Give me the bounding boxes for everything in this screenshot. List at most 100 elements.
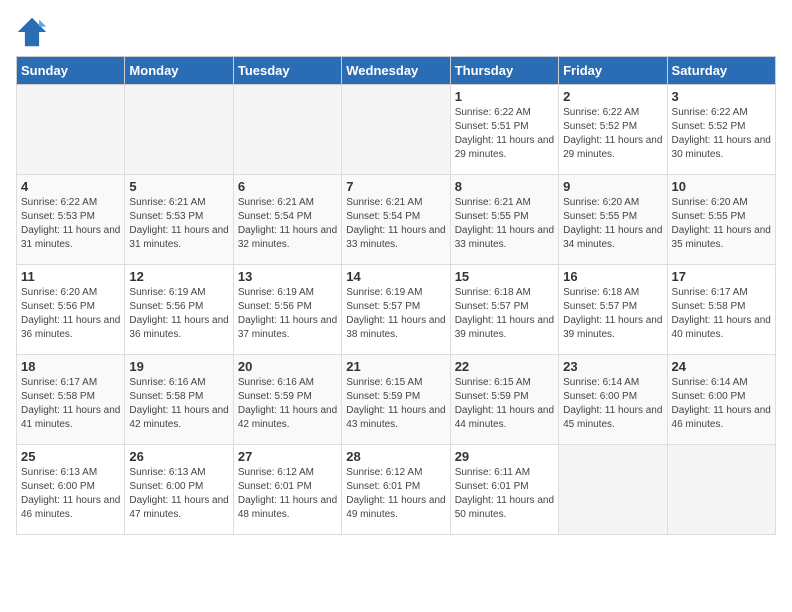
day-info: Sunrise: 6:19 AM Sunset: 5:56 PM Dayligh… (129, 286, 228, 342)
day-number: 29 (455, 449, 554, 464)
day-number: 24 (672, 359, 771, 374)
day-info: Sunrise: 6:22 AM Sunset: 5:52 PM Dayligh… (563, 106, 662, 162)
calendar-cell (342, 85, 450, 175)
calendar-cell: 23 Sunrise: 6:14 AM Sunset: 6:00 PM Dayli… (559, 355, 667, 445)
day-info: Sunrise: 6:17 AM Sunset: 5:58 PM Dayligh… (672, 286, 771, 342)
day-number: 25 (21, 449, 120, 464)
day-info: Sunrise: 6:20 AM Sunset: 5:56 PM Dayligh… (21, 286, 120, 342)
calendar-cell: 26 Sunrise: 6:13 AM Sunset: 6:00 PM Dayli… (125, 445, 233, 535)
day-info: Sunrise: 6:14 AM Sunset: 6:00 PM Dayligh… (563, 376, 662, 432)
day-number: 6 (238, 179, 337, 194)
calendar-cell: 13 Sunrise: 6:19 AM Sunset: 5:56 PM Dayli… (233, 265, 341, 355)
day-number: 3 (672, 89, 771, 104)
day-info: Sunrise: 6:22 AM Sunset: 5:51 PM Dayligh… (455, 106, 554, 162)
day-info: Sunrise: 6:19 AM Sunset: 5:57 PM Dayligh… (346, 286, 445, 342)
calendar-cell: 10 Sunrise: 6:20 AM Sunset: 5:55 PM Dayli… (667, 175, 775, 265)
day-info: Sunrise: 6:22 AM Sunset: 5:53 PM Dayligh… (21, 196, 120, 252)
day-info: Sunrise: 6:12 AM Sunset: 6:01 PM Dayligh… (238, 466, 337, 522)
day-info: Sunrise: 6:16 AM Sunset: 5:58 PM Dayligh… (129, 376, 228, 432)
day-number: 27 (238, 449, 337, 464)
day-number: 19 (129, 359, 228, 374)
day-info: Sunrise: 6:21 AM Sunset: 5:54 PM Dayligh… (238, 196, 337, 252)
day-info: Sunrise: 6:18 AM Sunset: 5:57 PM Dayligh… (563, 286, 662, 342)
day-number: 20 (238, 359, 337, 374)
day-number: 10 (672, 179, 771, 194)
day-info: Sunrise: 6:13 AM Sunset: 6:00 PM Dayligh… (129, 466, 228, 522)
calendar-cell: 16 Sunrise: 6:18 AM Sunset: 5:57 PM Dayli… (559, 265, 667, 355)
day-info: Sunrise: 6:21 AM Sunset: 5:54 PM Dayligh… (346, 196, 445, 252)
week-row-3: 11 Sunrise: 6:20 AM Sunset: 5:56 PM Dayli… (17, 265, 776, 355)
calendar-cell: 27 Sunrise: 6:12 AM Sunset: 6:01 PM Dayli… (233, 445, 341, 535)
calendar-cell: 19 Sunrise: 6:16 AM Sunset: 5:58 PM Dayli… (125, 355, 233, 445)
day-info: Sunrise: 6:14 AM Sunset: 6:00 PM Dayligh… (672, 376, 771, 432)
day-number: 13 (238, 269, 337, 284)
calendar-cell (233, 85, 341, 175)
header-tuesday: Tuesday (233, 57, 341, 85)
logo-icon (16, 16, 48, 48)
calendar-cell: 29 Sunrise: 6:11 AM Sunset: 6:01 PM Dayli… (450, 445, 558, 535)
header-thursday: Thursday (450, 57, 558, 85)
calendar-cell: 5 Sunrise: 6:21 AM Sunset: 5:53 PM Daylig… (125, 175, 233, 265)
day-number: 16 (563, 269, 662, 284)
calendar-cell: 18Sunrise: 6:17 AM Sunset: 5:58 PM Dayli… (17, 355, 125, 445)
day-number: 23 (563, 359, 662, 374)
day-number: 12 (129, 269, 228, 284)
calendar-cell: 11 Sunrise: 6:20 AM Sunset: 5:56 PM Dayli… (17, 265, 125, 355)
calendar-cell (559, 445, 667, 535)
day-info: Sunrise: 6:13 AM Sunset: 6:00 PM Dayligh… (21, 466, 120, 522)
calendar-cell: 14Sunrise: 6:19 AM Sunset: 5:57 PM Dayli… (342, 265, 450, 355)
calendar-cell: 24 Sunrise: 6:14 AM Sunset: 6:00 PM Dayli… (667, 355, 775, 445)
calendar-cell (125, 85, 233, 175)
header-friday: Friday (559, 57, 667, 85)
calendar-cell: 1 Sunrise: 6:22 AM Sunset: 5:51 PM Daylig… (450, 85, 558, 175)
calendar-cell: 25 Sunrise: 6:13 AM Sunset: 6:00 PM Dayli… (17, 445, 125, 535)
calendar-cell: 15 Sunrise: 6:18 AM Sunset: 5:57 PM Dayli… (450, 265, 558, 355)
day-number: 5 (129, 179, 228, 194)
day-number: 15 (455, 269, 554, 284)
day-number: 1 (455, 89, 554, 104)
calendar-cell: 9Sunrise: 6:20 AM Sunset: 5:55 PM Daylig… (559, 175, 667, 265)
header-monday: Monday (125, 57, 233, 85)
day-number: 4 (21, 179, 120, 194)
header-saturday: Saturday (667, 57, 775, 85)
day-info: Sunrise: 6:17 AM Sunset: 5:58 PM Dayligh… (21, 376, 120, 432)
calendar-cell: 7 Sunrise: 6:21 AM Sunset: 5:54 PM Daylig… (342, 175, 450, 265)
day-number: 2 (563, 89, 662, 104)
day-number: 8 (455, 179, 554, 194)
page-header (16, 16, 776, 48)
calendar-cell (17, 85, 125, 175)
day-info: Sunrise: 6:12 AM Sunset: 6:01 PM Dayligh… (346, 466, 445, 522)
day-info: Sunrise: 6:21 AM Sunset: 5:53 PM Dayligh… (129, 196, 228, 252)
calendar-cell: 17 Sunrise: 6:17 AM Sunset: 5:58 PM Dayli… (667, 265, 775, 355)
day-info: Sunrise: 6:18 AM Sunset: 5:57 PM Dayligh… (455, 286, 554, 342)
header-row: SundayMondayTuesdayWednesdayThursdayFrid… (17, 57, 776, 85)
day-info: Sunrise: 6:19 AM Sunset: 5:56 PM Dayligh… (238, 286, 337, 342)
day-number: 7 (346, 179, 445, 194)
day-info: Sunrise: 6:22 AM Sunset: 5:52 PM Dayligh… (672, 106, 771, 162)
day-info: Sunrise: 6:11 AM Sunset: 6:01 PM Dayligh… (455, 466, 554, 522)
day-info: Sunrise: 6:15 AM Sunset: 5:59 PM Dayligh… (455, 376, 554, 432)
calendar-table: SundayMondayTuesdayWednesdayThursdayFrid… (16, 56, 776, 535)
calendar-cell: 4 Sunrise: 6:22 AM Sunset: 5:53 PM Daylig… (17, 175, 125, 265)
calendar-cell: 12 Sunrise: 6:19 AM Sunset: 5:56 PM Dayli… (125, 265, 233, 355)
calendar-cell: 2 Sunrise: 6:22 AM Sunset: 5:52 PM Daylig… (559, 85, 667, 175)
week-row-2: 4 Sunrise: 6:22 AM Sunset: 5:53 PM Daylig… (17, 175, 776, 265)
day-number: 17 (672, 269, 771, 284)
day-number: 11 (21, 269, 120, 284)
header-wednesday: Wednesday (342, 57, 450, 85)
calendar-cell: 28 Sunrise: 6:12 AM Sunset: 6:01 PM Dayli… (342, 445, 450, 535)
day-info: Sunrise: 6:16 AM Sunset: 5:59 PM Dayligh… (238, 376, 337, 432)
day-number: 26 (129, 449, 228, 464)
day-number: 21 (346, 359, 445, 374)
day-number: 28 (346, 449, 445, 464)
calendar-cell: 20 Sunrise: 6:16 AM Sunset: 5:59 PM Dayli… (233, 355, 341, 445)
day-info: Sunrise: 6:20 AM Sunset: 5:55 PM Dayligh… (672, 196, 771, 252)
calendar-cell: 21Sunrise: 6:15 AM Sunset: 5:59 PM Dayli… (342, 355, 450, 445)
calendar-cell: 8Sunrise: 6:21 AM Sunset: 5:55 PM Daylig… (450, 175, 558, 265)
day-number: 22 (455, 359, 554, 374)
header-sunday: Sunday (17, 57, 125, 85)
calendar-cell: 3 Sunrise: 6:22 AM Sunset: 5:52 PM Daylig… (667, 85, 775, 175)
calendar-cell (667, 445, 775, 535)
calendar-cell: 22 Sunrise: 6:15 AM Sunset: 5:59 PM Dayli… (450, 355, 558, 445)
week-row-4: 18Sunrise: 6:17 AM Sunset: 5:58 PM Dayli… (17, 355, 776, 445)
